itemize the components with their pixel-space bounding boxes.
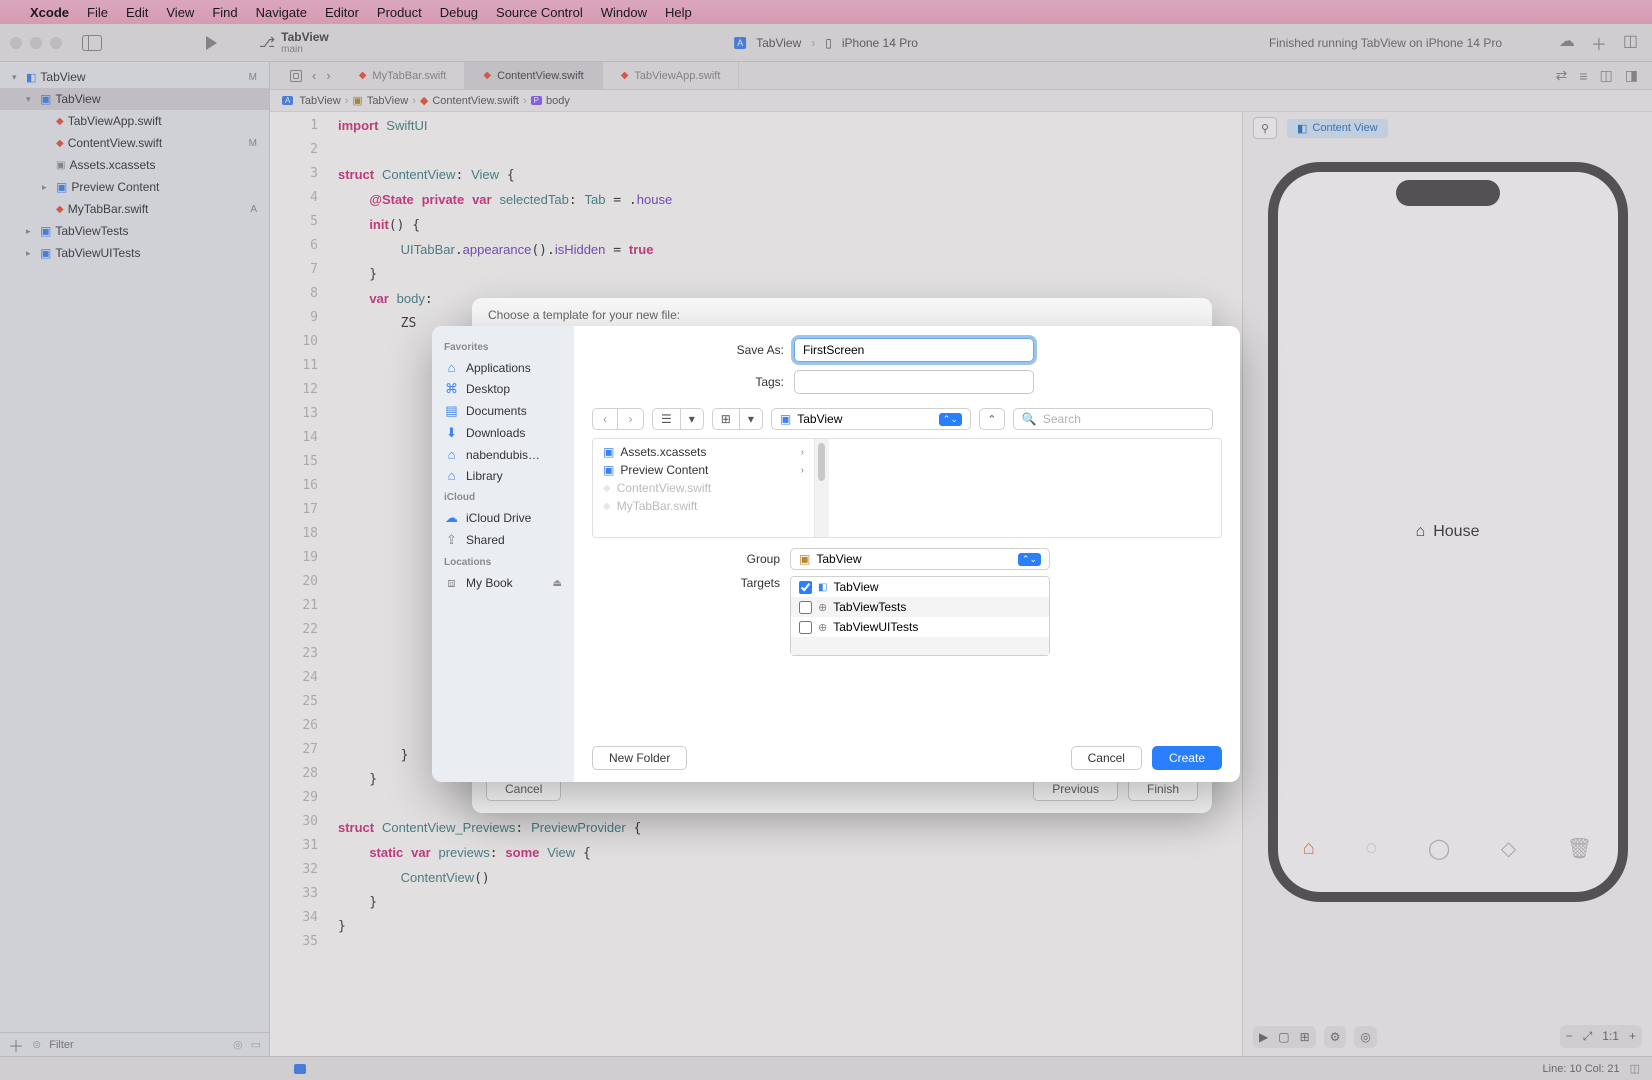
columns-icon: ☰ bbox=[653, 409, 680, 429]
search-icon: 🔍 bbox=[1022, 412, 1037, 426]
icloud-icon: ☁ bbox=[444, 510, 459, 526]
location-popup[interactable]: ▣ TabView ⌃⌄ bbox=[771, 408, 971, 430]
sidebar-fav-downloads[interactable]: ⬇Downloads bbox=[444, 422, 562, 444]
column-browser[interactable]: ▣Assets.xcassets› ▣Preview Content› ◆Con… bbox=[592, 438, 1222, 538]
save-panel: Favorites ⌂Applications ⌘Desktop ▤Docume… bbox=[432, 326, 1240, 782]
folder-icon: ▣ bbox=[780, 412, 791, 426]
tags-input[interactable] bbox=[794, 370, 1034, 394]
group-popup[interactable]: ▣ TabView ⌃⌄ bbox=[790, 548, 1050, 570]
browser-item: ◆MyTabBar.swift bbox=[593, 497, 814, 515]
new-folder-button[interactable]: New Folder bbox=[592, 746, 687, 770]
sidebar-fav-library[interactable]: ⌂Library bbox=[444, 465, 562, 486]
target-checkbox[interactable] bbox=[799, 601, 812, 614]
downloads-icon: ⬇ bbox=[444, 425, 459, 441]
test-target-icon: ⊕ bbox=[818, 601, 827, 614]
target-checkbox[interactable] bbox=[799, 621, 812, 634]
ui-test-target-icon: ⊕ bbox=[818, 621, 827, 634]
sidebar-icloud-drive[interactable]: ☁iCloud Drive bbox=[444, 507, 562, 529]
sidebar-fav-desktop[interactable]: ⌘Desktop bbox=[444, 378, 562, 400]
shared-icon: ⇪ bbox=[444, 532, 459, 548]
view-style-segment[interactable]: ⊞▾ bbox=[712, 408, 763, 430]
folder-icon: ▣ bbox=[799, 552, 810, 566]
eject-icon[interactable]: ⏏ bbox=[553, 578, 562, 589]
library-icon: ⌂ bbox=[444, 468, 459, 483]
group-label: Group bbox=[722, 552, 780, 566]
browser-item[interactable]: ▣Preview Content› bbox=[593, 461, 814, 479]
browser-scrollbar[interactable] bbox=[815, 439, 829, 537]
save-as-label: Save As: bbox=[722, 343, 784, 357]
sidebar-location-mybook[interactable]: ⧈My Book⏏ bbox=[444, 572, 562, 594]
tags-label: Tags: bbox=[722, 375, 784, 389]
targets-label: Targets bbox=[722, 576, 780, 590]
locations-heading: Locations bbox=[444, 557, 562, 568]
browser-item: ◆ContentView.swift bbox=[593, 479, 814, 497]
browser-nav[interactable]: ‹› bbox=[592, 408, 644, 430]
target-row[interactable]: ◧TabView bbox=[791, 577, 1049, 597]
targets-list: ◧TabView ⊕TabViewTests ⊕TabViewUITests bbox=[790, 576, 1050, 656]
app-target-icon: ◧ bbox=[818, 582, 827, 593]
sidebar-icloud-shared[interactable]: ⇪Shared bbox=[444, 529, 562, 551]
popup-arrows-icon: ⌃⌄ bbox=[1018, 553, 1041, 566]
cancel-button[interactable]: Cancel bbox=[1071, 746, 1142, 770]
disk-icon: ⧈ bbox=[444, 575, 459, 591]
sidebar-fav-applications[interactable]: ⌂Applications bbox=[444, 357, 562, 378]
popup-arrows-icon: ⌃⌄ bbox=[939, 413, 962, 426]
icons-icon: ⊞ bbox=[713, 409, 739, 429]
target-checkbox[interactable] bbox=[799, 581, 812, 594]
browser-item[interactable]: ▣Assets.xcassets› bbox=[593, 443, 814, 461]
save-panel-sidebar: Favorites ⌂Applications ⌘Desktop ▤Docume… bbox=[432, 326, 574, 782]
back-icon: ‹ bbox=[592, 408, 618, 430]
view-mode-segment[interactable]: ☰▾ bbox=[652, 408, 704, 430]
target-row[interactable]: ⊕TabViewUITests bbox=[791, 617, 1049, 637]
home-icon: ⌂ bbox=[444, 447, 459, 462]
target-row[interactable]: ⊕TabViewTests bbox=[791, 597, 1049, 617]
create-button[interactable]: Create bbox=[1152, 746, 1222, 770]
documents-icon: ▤ bbox=[444, 403, 459, 419]
save-search[interactable]: 🔍 Search bbox=[1013, 408, 1213, 430]
favorites-heading: Favorites bbox=[444, 342, 562, 353]
sidebar-fav-home[interactable]: ⌂nabendubis… bbox=[444, 444, 562, 465]
icloud-heading: iCloud bbox=[444, 492, 562, 503]
desktop-icon: ⌘ bbox=[444, 381, 459, 397]
save-as-input[interactable] bbox=[794, 338, 1034, 362]
applications-icon: ⌂ bbox=[444, 360, 459, 375]
sidebar-fav-documents[interactable]: ▤Documents bbox=[444, 400, 562, 422]
forward-icon: › bbox=[618, 408, 644, 430]
collapse-button[interactable]: ⌃ bbox=[979, 408, 1005, 430]
